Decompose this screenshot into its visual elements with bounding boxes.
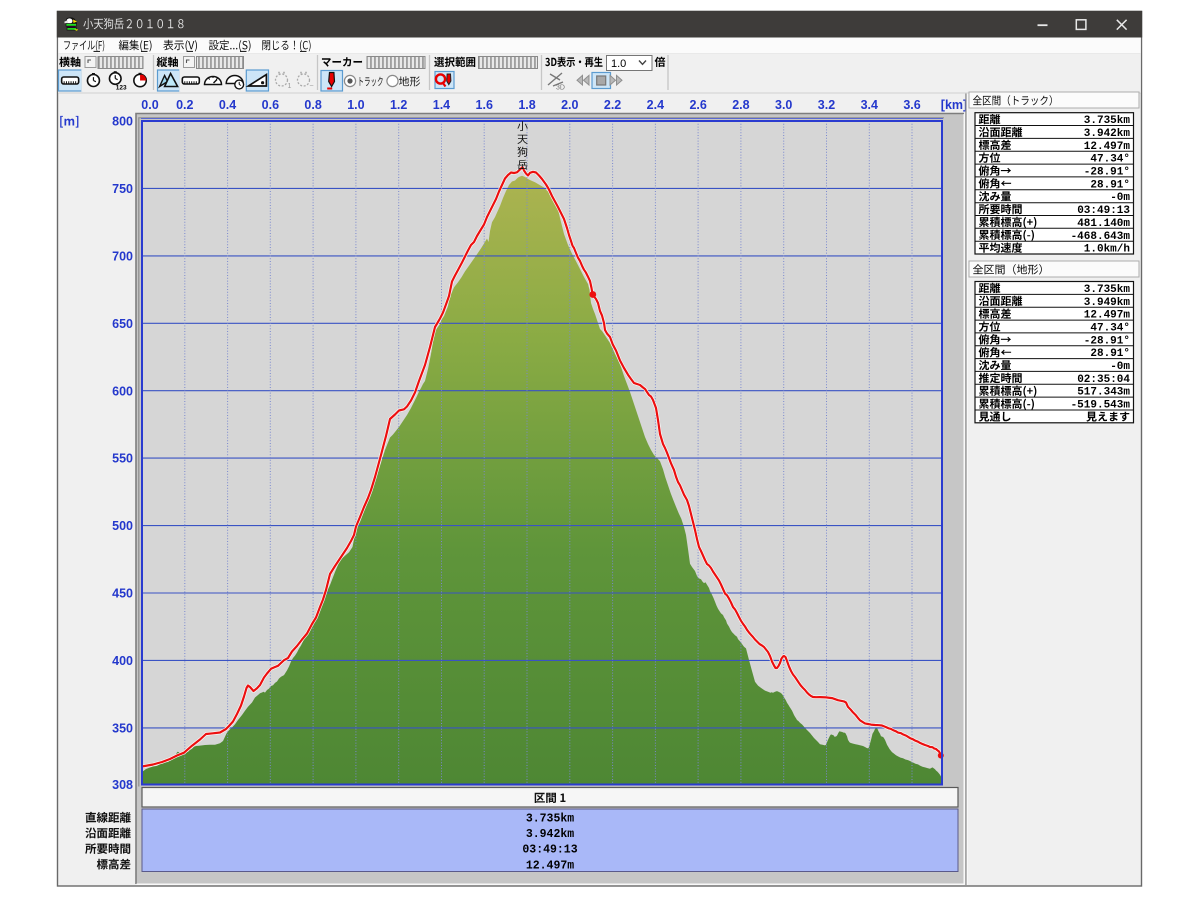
svg-text:03:49:13: 03:49:13 <box>522 844 577 857</box>
svg-text:12.497m: 12.497m <box>526 859 574 872</box>
svg-text:1.0: 1.0 <box>611 58 626 70</box>
svg-text:350: 350 <box>112 722 133 736</box>
svg-text:3.4: 3.4 <box>861 98 878 112</box>
svg-text:650: 650 <box>112 317 133 331</box>
svg-text:3.942km: 3.942km <box>526 828 574 841</box>
svg-text:0.4: 0.4 <box>219 98 236 112</box>
svg-text:600: 600 <box>112 384 133 398</box>
svg-text:750: 750 <box>112 182 133 196</box>
svg-text:123: 123 <box>116 85 127 92</box>
svg-text:2.0: 2.0 <box>561 98 578 112</box>
svg-text:2.8: 2.8 <box>732 98 749 112</box>
svg-text:1.8: 1.8 <box>518 98 535 112</box>
svg-text:500: 500 <box>112 519 133 533</box>
svg-text:800: 800 <box>112 115 133 129</box>
svg-text:1: 1 <box>288 83 292 90</box>
svg-text:1.2: 1.2 <box>390 98 407 112</box>
svg-text:~: ~ <box>310 83 314 90</box>
svg-text:3D: 3D <box>556 85 565 92</box>
svg-text:450: 450 <box>112 587 133 601</box>
svg-text:550: 550 <box>112 452 133 466</box>
svg-text:2.2: 2.2 <box>604 98 621 112</box>
svg-text:1.6: 1.6 <box>476 98 493 112</box>
svg-text:3.735km: 3.735km <box>526 813 574 826</box>
svg-text:0.8: 0.8 <box>304 98 321 112</box>
svg-text:0.6: 0.6 <box>262 98 279 112</box>
svg-text:700: 700 <box>112 249 133 263</box>
svg-text:400: 400 <box>112 654 133 668</box>
svg-text:1.0km/h: 1.0km/h <box>1084 244 1130 256</box>
svg-text:1.0: 1.0 <box>347 98 364 112</box>
svg-text:3.6: 3.6 <box>903 98 920 112</box>
svg-text:3.0: 3.0 <box>775 98 792 112</box>
svg-text:308: 308 <box>112 778 133 792</box>
svg-text:2.6: 2.6 <box>689 98 706 112</box>
svg-text:1.4: 1.4 <box>433 98 450 112</box>
svg-text:0.0: 0.0 <box>141 98 158 112</box>
svg-text:2.4: 2.4 <box>647 98 664 112</box>
svg-text:3.2: 3.2 <box>818 98 835 112</box>
svg-text:0.2: 0.2 <box>176 98 193 112</box>
svg-text:[km]: [km] <box>941 98 967 112</box>
